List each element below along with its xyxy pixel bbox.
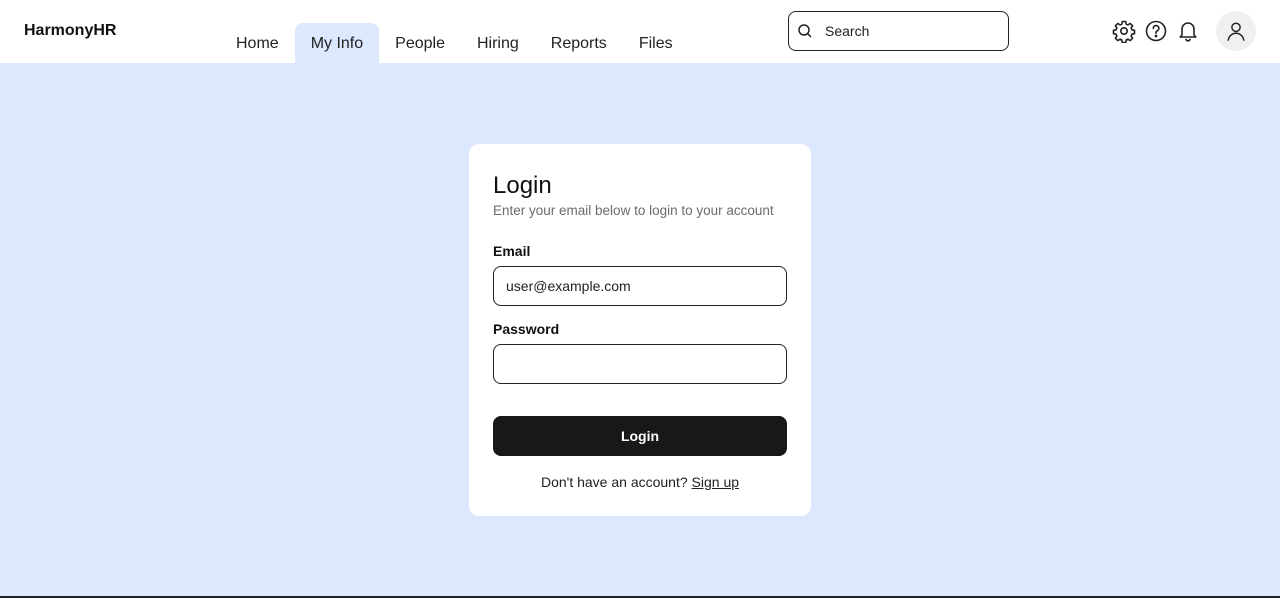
login-card: Login Enter your email below to login to… <box>469 144 811 516</box>
signup-prompt: Don't have an account? <box>540 474 688 490</box>
password-field[interactable] <box>493 344 787 384</box>
signup-link[interactable]: Sign up <box>692 474 739 490</box>
tab-reports[interactable]: Reports <box>535 23 623 63</box>
help-icon[interactable] <box>1144 19 1168 43</box>
tab-hiring[interactable]: Hiring <box>461 23 535 63</box>
tab-label: Home <box>236 35 279 52</box>
search-box[interactable] <box>788 11 1009 51</box>
tab-label: Hiring <box>476 35 519 52</box>
search-input[interactable] <box>825 12 1000 50</box>
user-icon <box>1227 22 1245 41</box>
email-field[interactable] <box>493 266 787 306</box>
bell-icon[interactable] <box>1176 19 1200 43</box>
tab-home[interactable]: Home <box>220 23 295 63</box>
password-label: Password <box>493 321 560 337</box>
gear-icon[interactable] <box>1112 19 1136 43</box>
tab-label: Reports <box>550 35 607 52</box>
tab-label: People <box>395 35 445 52</box>
tab-label: My Info <box>310 35 364 52</box>
signup-row: Don't have an account? Sign up <box>469 474 811 490</box>
tab-my-info[interactable]: My Info <box>294 23 380 63</box>
login-button[interactable]: Login <box>493 416 787 456</box>
top-bar: HarmonyHR Home My Info People Hiring Rep… <box>0 0 1280 63</box>
tab-people[interactable]: People <box>379 23 461 63</box>
tab-label: Files <box>638 35 673 52</box>
tab-files[interactable]: Files <box>623 23 689 63</box>
login-subtitle: Enter your email below to login to your … <box>493 203 774 218</box>
main-nav: Home My Info People Hiring Reports Files <box>220 23 689 63</box>
search-icon <box>798 24 812 38</box>
login-title: Login <box>493 172 552 199</box>
brand-logo[interactable]: HarmonyHR <box>24 22 116 40</box>
email-label: Email <box>493 243 531 259</box>
avatar[interactable] <box>1216 11 1256 51</box>
